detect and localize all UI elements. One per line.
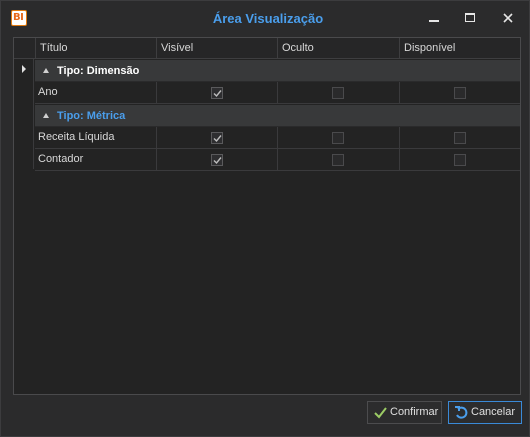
row-indicator-column [14,59,34,169]
dialog-window: BI Área Visualização Título Visível Ocul… [0,0,530,437]
undo-icon [455,406,468,419]
cell-disponivel [399,127,520,149]
cell-visivel [156,127,277,149]
cell-titulo: Contador [38,153,84,165]
cell-visivel [156,149,277,171]
column-header-oculto[interactable]: Oculto [277,38,399,58]
maximize-button[interactable] [460,9,480,27]
check-icon [374,407,387,419]
disponivel-checkbox[interactable] [454,154,466,166]
minimize-icon [429,20,439,22]
close-button[interactable] [498,9,518,27]
table-row[interactable]: Ano [35,82,520,104]
cancel-label: Cancelar [471,406,516,418]
check-icon [213,90,222,98]
disponivel-checkbox[interactable] [454,132,466,144]
cell-oculto [277,127,399,149]
table-row[interactable]: Contador [35,149,520,171]
column-header-titulo[interactable]: Título [35,38,156,58]
cell-disponivel [399,82,520,104]
close-icon [503,13,513,23]
oculto-checkbox[interactable] [332,87,344,99]
disponivel-checkbox[interactable] [454,87,466,99]
cell-oculto [277,82,399,104]
table-row[interactable]: Receita Líquida [35,127,520,149]
collapse-icon[interactable] [43,68,49,73]
cell-titulo: Receita Líquida [38,131,115,143]
title-bar[interactable]: BI Área Visualização [1,1,529,35]
confirm-button[interactable]: Confirmar [367,401,442,424]
minimize-button[interactable] [424,9,444,27]
cell-disponivel [399,149,520,171]
fields-grid[interactable]: Título Visível Oculto Disponível Tipo: D… [13,37,521,395]
check-icon [213,157,222,165]
check-icon [213,135,222,143]
oculto-checkbox[interactable] [332,154,344,166]
column-header-disponivel[interactable]: Disponível [399,38,520,58]
group-label: Tipo: Métrica [57,110,126,122]
window-title: Área Visualização [212,11,324,26]
visivel-checkbox[interactable] [211,132,223,144]
group-row-dimensao[interactable]: Tipo: Dimensão [35,60,520,82]
cell-titulo: Ano [38,86,58,98]
cell-oculto [277,149,399,171]
group-row-metrica[interactable]: Tipo: Métrica [35,105,520,127]
visivel-checkbox[interactable] [211,87,223,99]
cancel-button[interactable]: Cancelar [448,401,522,424]
oculto-checkbox[interactable] [332,132,344,144]
group-label: Tipo: Dimensão [57,65,140,77]
confirm-label: Confirmar [390,406,439,418]
maximize-icon [465,13,475,22]
current-row-arrow-icon [22,65,26,73]
collapse-icon[interactable] [43,113,49,118]
cell-visivel [156,82,277,104]
grid-header: Título Visível Oculto Disponível [14,38,520,59]
column-header-visivel[interactable]: Visível [156,38,277,58]
visivel-checkbox[interactable] [211,154,223,166]
